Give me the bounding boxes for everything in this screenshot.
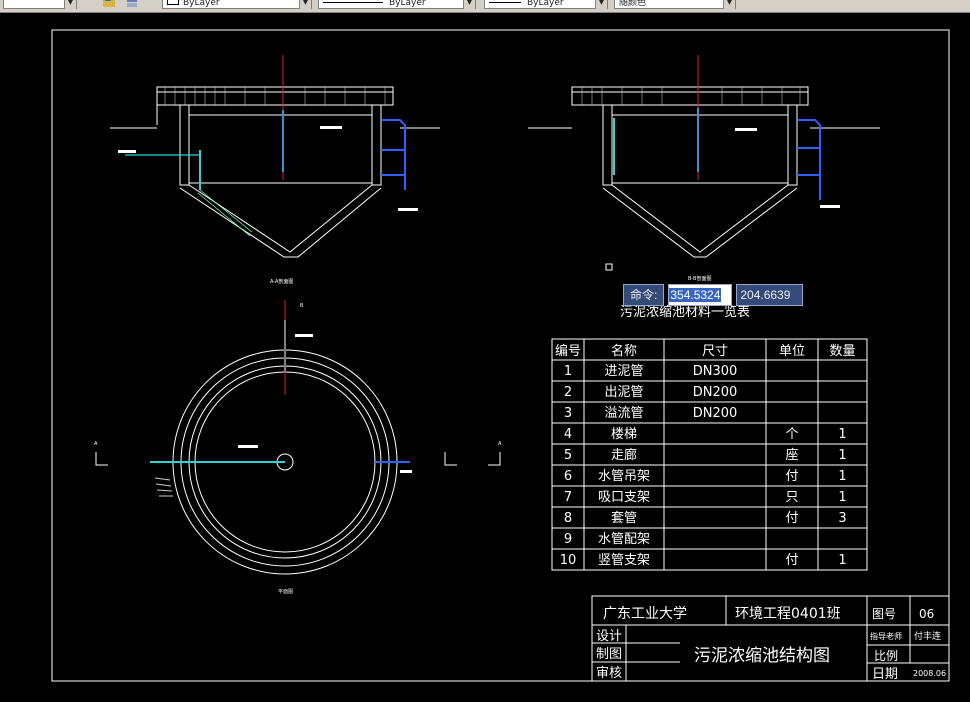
toolbar-partial-dropdown[interactable]: ▼ <box>3 0 77 9</box>
table-cell: 1 <box>564 364 572 379</box>
table-cell: 只 <box>785 490 798 505</box>
table-cell: 1 <box>838 469 846 484</box>
table-header-cell: 数量 <box>829 344 855 359</box>
table-cell: DN300 <box>693 364 738 379</box>
cut-a-right: A <box>498 441 502 447</box>
table-cell: 3 <box>564 406 572 421</box>
drafting-label: 制图 <box>596 647 622 662</box>
table-cell: DN200 <box>693 406 738 421</box>
table-cell: 8 <box>564 511 572 526</box>
color-value: ByLayer <box>183 0 220 8</box>
x-coordinate-input[interactable]: 354.5324 <box>668 284 733 306</box>
table-cell: 套管 <box>611 510 637 526</box>
class-name: 环境工程0401班 <box>735 606 841 622</box>
drawing-name: 污泥浓缩池结构图 <box>694 646 830 666</box>
instructor-name: 付丰连 <box>914 630 941 642</box>
drawing-no-label: 图号 <box>872 607 896 621</box>
scale-label: 比例 <box>874 649 898 663</box>
chevron-down-icon[interactable]: ▼ <box>463 0 475 9</box>
plotstyle-dropdown[interactable]: 随颜色 ▼ <box>614 0 736 9</box>
drawing-no: 06 <box>919 607 934 621</box>
table-cell: 1 <box>838 553 846 568</box>
linetype-dropdown[interactable]: ByLayer ▼ <box>318 0 476 9</box>
section-a-pipes <box>125 110 406 190</box>
table-header-cell: 编号 <box>555 344 581 359</box>
table-cell: 座 <box>785 448 798 463</box>
table-title: 污泥浓缩池材料一览表 <box>620 304 750 320</box>
section-a-a <box>110 86 440 258</box>
section-markers <box>95 452 501 466</box>
review-label: 审核 <box>596 666 622 681</box>
table-cell: 水管配架 <box>598 532 650 547</box>
chevron-down-icon[interactable]: ▼ <box>595 0 607 9</box>
chevron-down-icon[interactable]: ▼ <box>723 0 735 9</box>
cut-b-top: B <box>300 303 304 309</box>
table-cell: 1 <box>838 448 846 463</box>
color-dropdown[interactable]: ByLayer ▼ <box>162 0 312 9</box>
section-b-pipes <box>613 108 821 200</box>
table-cell: 9 <box>564 532 572 547</box>
table-cell: 3 <box>838 511 846 526</box>
lineweight-value: ByLayer <box>527 0 564 8</box>
table-text: 编号 名称 尺寸 单位 数量 1 进泥管 DN300 2 出泥管 DN200 3 溢流管 DN200 4 楼梯… <box>555 343 856 568</box>
section-b-b <box>528 86 880 258</box>
table-cell: 10 <box>560 553 577 568</box>
drawing-canvas[interactable]: A-A剖面图 B-B剖面图 A A B 平面图 污泥浓缩池材料一览表 编号 名称… <box>0 13 970 702</box>
table-cell: 进泥管 <box>604 364 643 379</box>
section-a-title: A-A剖面图 <box>270 278 293 285</box>
school-name: 广东工业大学 <box>603 606 687 622</box>
table-header-cell: 名称 <box>611 343 637 359</box>
layer-stack-icon[interactable] <box>125 0 139 9</box>
ucs-marker <box>605 263 613 271</box>
date-label: 日期 <box>872 667 898 682</box>
x-coordinate-value: 354.5324 <box>669 288 722 302</box>
table-header-cell: 尺寸 <box>702 344 728 359</box>
cad-drawing: A-A剖面图 B-B剖面图 A A B 平面图 污泥浓缩池材料一览表 编号 名称… <box>51 29 950 682</box>
table-cell: 个 <box>785 427 798 442</box>
dynamic-input[interactable]: 命令: 354.5324 204.6639 <box>623 284 804 306</box>
table-header-cell: 单位 <box>779 344 805 359</box>
table-cell: DN200 <box>693 385 738 400</box>
table-cell: 付 <box>785 511 798 526</box>
table-cell: 付 <box>785 469 798 484</box>
plotstyle-value: 随颜色 <box>619 0 647 8</box>
table-cell: 1 <box>838 427 846 442</box>
section-b-title: B-B剖面图 <box>688 275 712 282</box>
plan-title: 平面图 <box>278 589 293 595</box>
cut-a-left: A <box>94 441 98 447</box>
table-cell: 付 <box>785 553 798 568</box>
chevron-down-icon[interactable]: ▼ <box>299 0 311 9</box>
table-cell: 6 <box>564 469 572 484</box>
table-cell: 2 <box>564 385 572 400</box>
command-label: 命令: <box>623 284 665 306</box>
design-label: 设计 <box>596 629 622 644</box>
table-cell: 1 <box>838 490 846 505</box>
table-cell: 7 <box>564 490 572 505</box>
table-cell: 楼梯 <box>611 427 637 442</box>
table-cell: 4 <box>564 427 572 442</box>
date-value: 2008.06 <box>913 669 946 678</box>
layer-match-icon[interactable] <box>102 0 116 9</box>
linetype-value: ByLayer <box>389 0 426 8</box>
chevron-down-icon[interactable]: ▼ <box>64 0 76 9</box>
table-cell: 5 <box>564 448 572 463</box>
table-cell: 水管吊架 <box>598 469 650 484</box>
table-cell: 竖管支架 <box>598 553 650 568</box>
instructor-label: 指导老师 <box>870 631 902 641</box>
lineweight-dropdown[interactable]: ByLayer ▼ <box>484 0 608 9</box>
properties-toolbar: ▼ ByLayer ▼ ByLayer ▼ ByLayer ▼ 随颜色 ▼ <box>0 0 970 13</box>
y-coordinate-input[interactable]: 204.6639 <box>736 284 804 306</box>
table-cell: 吸口支架 <box>598 490 650 505</box>
table-cell: 出泥管 <box>604 385 643 400</box>
table-cell: 溢流管 <box>604 406 643 421</box>
table-cell: 走廊 <box>611 447 637 463</box>
